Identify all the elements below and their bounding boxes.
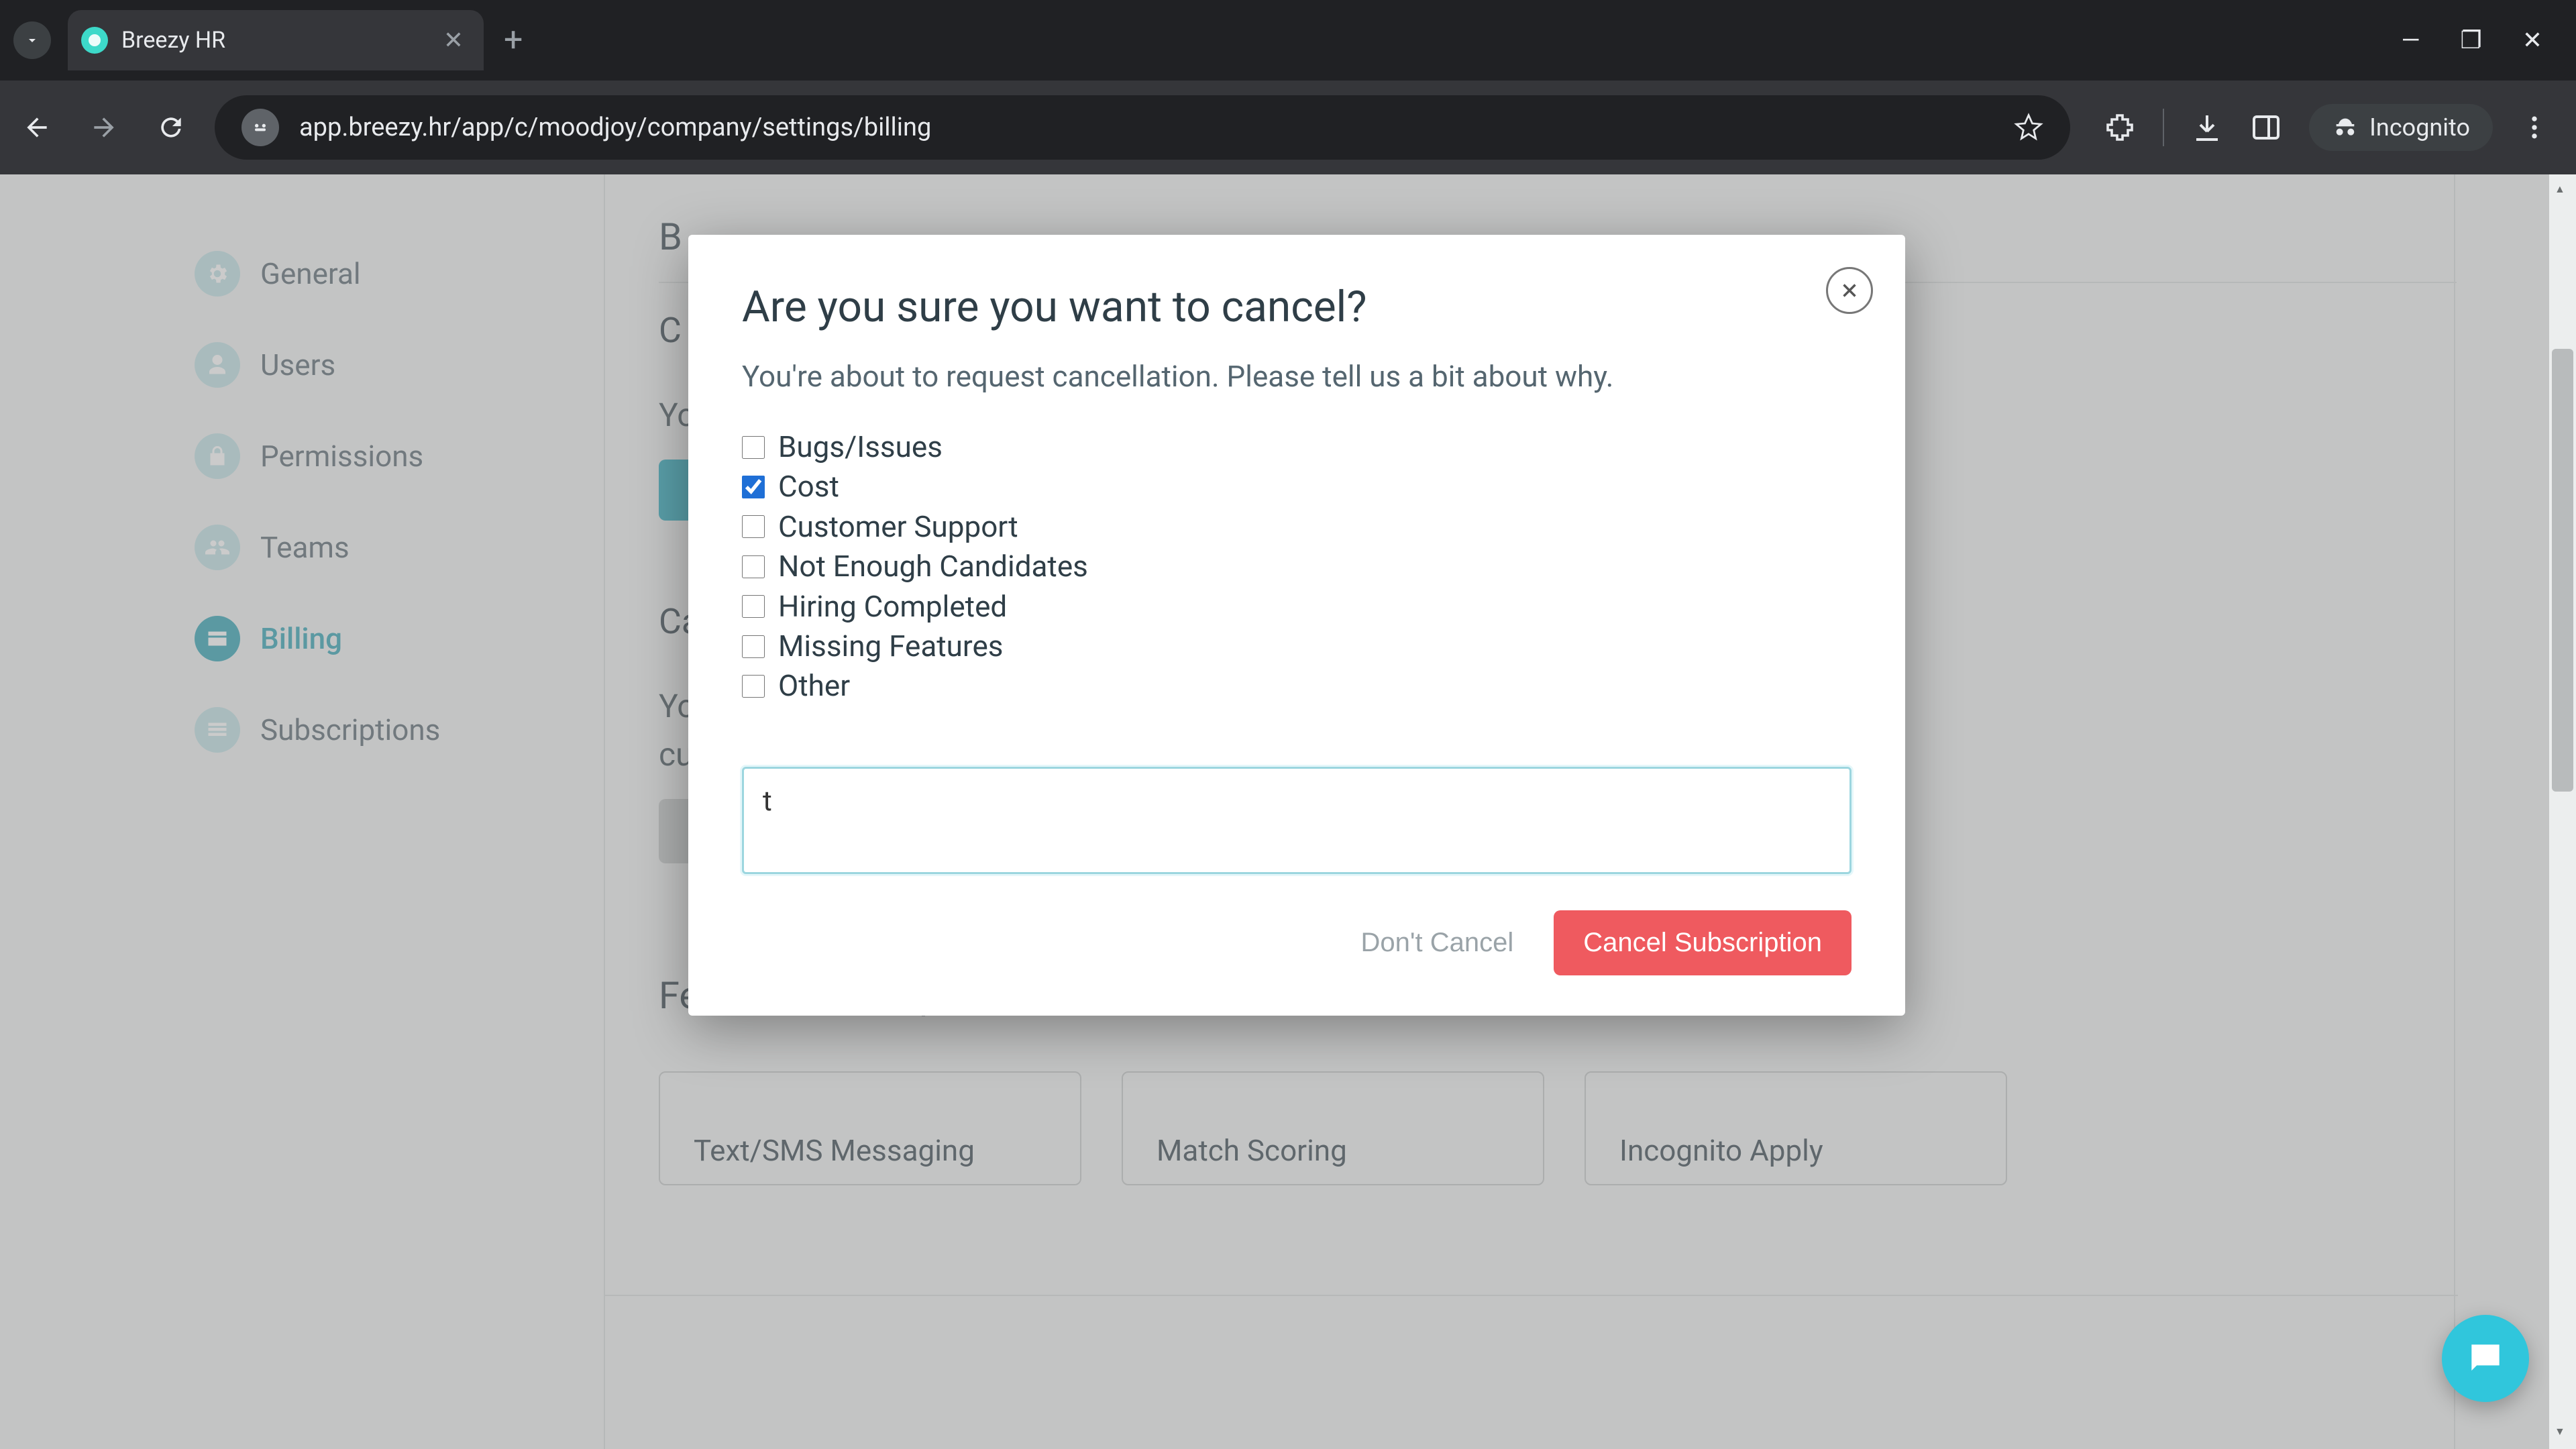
gear-icon <box>195 251 240 297</box>
dont-cancel-button[interactable]: Don't Cancel <box>1360 928 1513 958</box>
tab-search-button[interactable] <box>13 21 51 59</box>
chat-widget-button[interactable] <box>2442 1315 2529 1402</box>
cancellation-details-textarea[interactable]: t <box>742 767 1851 874</box>
sidebar-item-permissions[interactable]: Permissions <box>195 411 604 502</box>
sidebar-item-label: General <box>260 256 361 291</box>
modal-actions: Don't Cancel Cancel Subscription <box>742 910 1851 975</box>
extensions-icon[interactable] <box>2104 111 2136 144</box>
reason-label: Missing Features <box>778 627 1003 666</box>
toolbar-actions: Incognito <box>2090 104 2563 151</box>
reason-row[interactable]: Bugs/Issues <box>742 427 1851 467</box>
star-icon[interactable] <box>2014 113 2043 142</box>
user-icon <box>195 342 240 388</box>
sidebar-item-general[interactable]: General <box>195 228 604 319</box>
cancel-subscription-button[interactable]: Cancel Subscription <box>1554 910 1851 975</box>
feature-card-match[interactable]: Match Scoring <box>1122 1071 1544 1185</box>
new-tab-button[interactable]: + <box>504 21 523 60</box>
reason-row[interactable]: Missing Features <box>742 627 1851 666</box>
incognito-label: Incognito <box>2369 113 2470 142</box>
bottom-panel <box>604 1295 2458 1449</box>
close-icon <box>1838 279 1861 302</box>
reason-checkbox[interactable] <box>742 675 765 698</box>
reload-button[interactable] <box>148 104 195 151</box>
side-panel-icon[interactable] <box>2250 111 2282 144</box>
breezy-favicon <box>81 27 108 54</box>
chevron-down-icon <box>24 32 40 48</box>
forward-button[interactable] <box>80 104 127 151</box>
toolbar-separator <box>2163 109 2164 146</box>
chat-icon <box>2465 1338 2506 1379</box>
download-icon[interactable] <box>2191 111 2223 144</box>
reason-row[interactable]: Not Enough Candidates <box>742 547 1851 586</box>
cancellation-reasons: Bugs/IssuesCostCustomer SupportNot Enoug… <box>742 427 1851 706</box>
sidebar-item-label: Permissions <box>260 439 423 474</box>
modal-subtitle: You're about to request cancellation. Pl… <box>742 359 1851 394</box>
tab-close-button[interactable]: ✕ <box>417 26 464 54</box>
sidebar-item-users[interactable]: Users <box>195 319 604 411</box>
arrow-left-icon <box>22 113 52 142</box>
cancel-confirmation-modal: Are you sure you want to cancel? You're … <box>688 235 1905 1016</box>
reason-checkbox[interactable] <box>742 476 765 498</box>
sidebar-item-label: Billing <box>260 621 342 656</box>
reason-label: Other <box>778 666 850 706</box>
minimize-button[interactable]: — <box>2401 26 2420 54</box>
page-viewport: General Users Permissions Teams <box>0 174 2576 1449</box>
scroll-down-arrow[interactable]: ▼ <box>2555 1425 2571 1441</box>
sidebar-item-subscriptions[interactable]: Subscriptions <box>195 684 604 775</box>
site-settings-icon[interactable] <box>241 109 279 146</box>
tab-strip: Breezy HR ✕ + — ❐ ✕ <box>0 0 2576 80</box>
list-icon <box>195 707 240 753</box>
reason-row[interactable]: Cost <box>742 467 1851 506</box>
reload-icon <box>156 113 186 142</box>
reason-row[interactable]: Other <box>742 666 1851 706</box>
incognito-icon <box>2332 114 2359 141</box>
window-controls: — ❐ ✕ <box>2401 26 2576 54</box>
browser-tab[interactable]: Breezy HR ✕ <box>68 10 484 70</box>
scrollbar-thumb[interactable] <box>2552 349 2573 792</box>
arrow-right-icon <box>89 113 119 142</box>
browser-toolbar: app.breezy.hr/app/c/moodjoy/company/sett… <box>0 80 2576 174</box>
settings-sidebar: General Users Permissions Teams <box>0 174 604 1449</box>
reason-checkbox[interactable] <box>742 436 765 459</box>
team-icon <box>195 525 240 570</box>
reason-label: Cost <box>778 467 839 506</box>
modal-close-button[interactable] <box>1826 267 1873 314</box>
sidebar-item-teams[interactable]: Teams <box>195 502 604 593</box>
feature-cards-row: Text/SMS Messaging Match Scoring Incogni… <box>659 1071 2454 1185</box>
reason-row[interactable]: Customer Support <box>742 507 1851 547</box>
scroll-up-arrow[interactable]: ▲ <box>2555 182 2571 199</box>
reason-row[interactable]: Hiring Completed <box>742 587 1851 627</box>
incognito-badge[interactable]: Incognito <box>2309 104 2493 151</box>
reason-label: Customer Support <box>778 507 1018 547</box>
close-window-button[interactable]: ✕ <box>2522 26 2542 54</box>
modal-title: Are you sure you want to cancel? <box>742 282 1851 332</box>
maximize-button[interactable]: ❐ <box>2461 26 2482 54</box>
tab-title: Breezy HR <box>121 27 225 54</box>
kebab-menu-icon[interactable] <box>2520 113 2549 142</box>
sidebar-item-label: Teams <box>260 530 350 565</box>
reason-checkbox[interactable] <box>742 555 765 578</box>
reason-checkbox[interactable] <box>742 515 765 538</box>
feature-card-title: Match Scoring <box>1157 1133 1347 1168</box>
vertical-scrollbar[interactable]: ▲ ▼ <box>2549 174 2576 1449</box>
reason-checkbox[interactable] <box>742 635 765 658</box>
reason-label: Hiring Completed <box>778 587 1007 627</box>
sidebar-item-label: Users <box>260 347 335 382</box>
feature-card-sms[interactable]: Text/SMS Messaging <box>659 1071 1081 1185</box>
address-bar[interactable]: app.breezy.hr/app/c/moodjoy/company/sett… <box>215 95 2070 160</box>
credit-card-icon <box>195 616 240 661</box>
feature-card-title: Incognito Apply <box>1619 1133 1823 1168</box>
feature-card-incognito[interactable]: Incognito Apply <box>1585 1071 2007 1185</box>
reason-label: Not Enough Candidates <box>778 547 1088 586</box>
feature-card-title: Text/SMS Messaging <box>694 1133 975 1168</box>
back-button[interactable] <box>13 104 60 151</box>
lock-icon <box>195 433 240 479</box>
reason-checkbox[interactable] <box>742 595 765 618</box>
browser-window: Breezy HR ✕ + — ❐ ✕ app.breezy.hr/app/c/… <box>0 0 2576 1449</box>
sidebar-item-billing[interactable]: Billing <box>195 593 604 684</box>
url-text: app.breezy.hr/app/c/moodjoy/company/sett… <box>299 113 1994 142</box>
reason-label: Bugs/Issues <box>778 427 943 467</box>
sidebar-item-label: Subscriptions <box>260 712 440 747</box>
